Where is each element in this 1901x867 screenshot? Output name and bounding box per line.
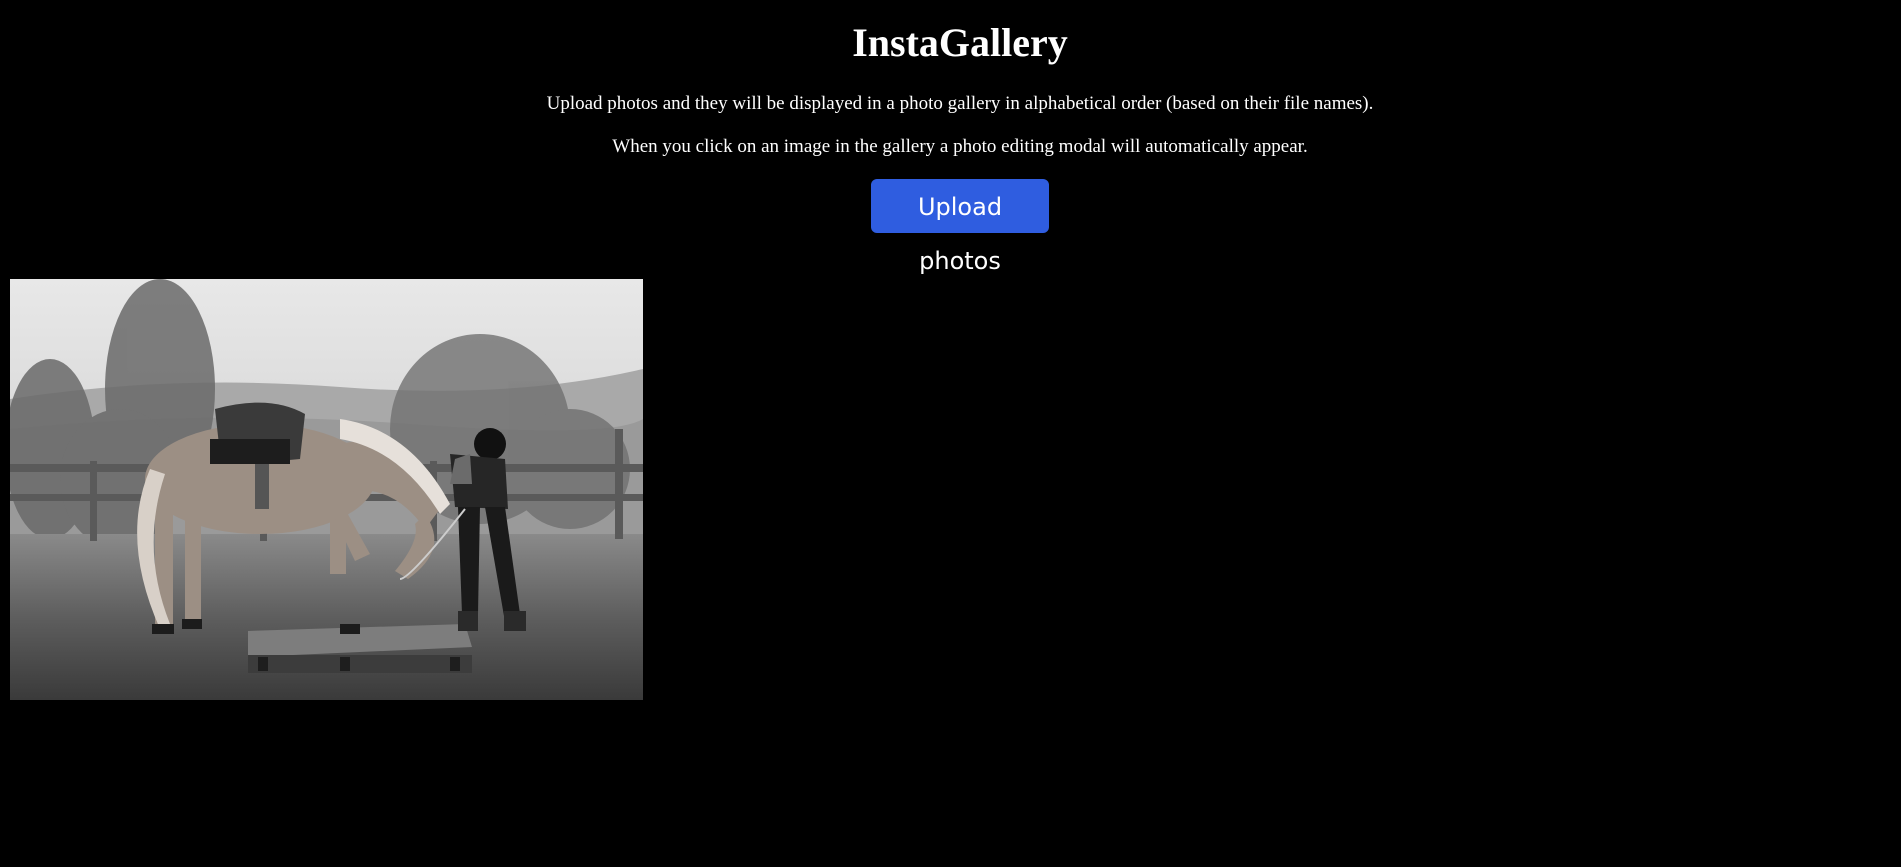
upload-photos-button[interactable]: Upload photos — [871, 179, 1049, 275]
horse-photo — [10, 279, 643, 700]
page-title: InstaGallery — [852, 20, 1068, 65]
description-line-2: When you click on an image in the galler… — [612, 136, 1308, 157]
gallery-image[interactable] — [10, 279, 643, 700]
photo-gallery — [10, 279, 643, 700]
page: InstaGallery Upload photos and they will… — [0, 0, 1901, 867]
description-line-1: Upload photos and they will be displayed… — [546, 93, 1374, 114]
